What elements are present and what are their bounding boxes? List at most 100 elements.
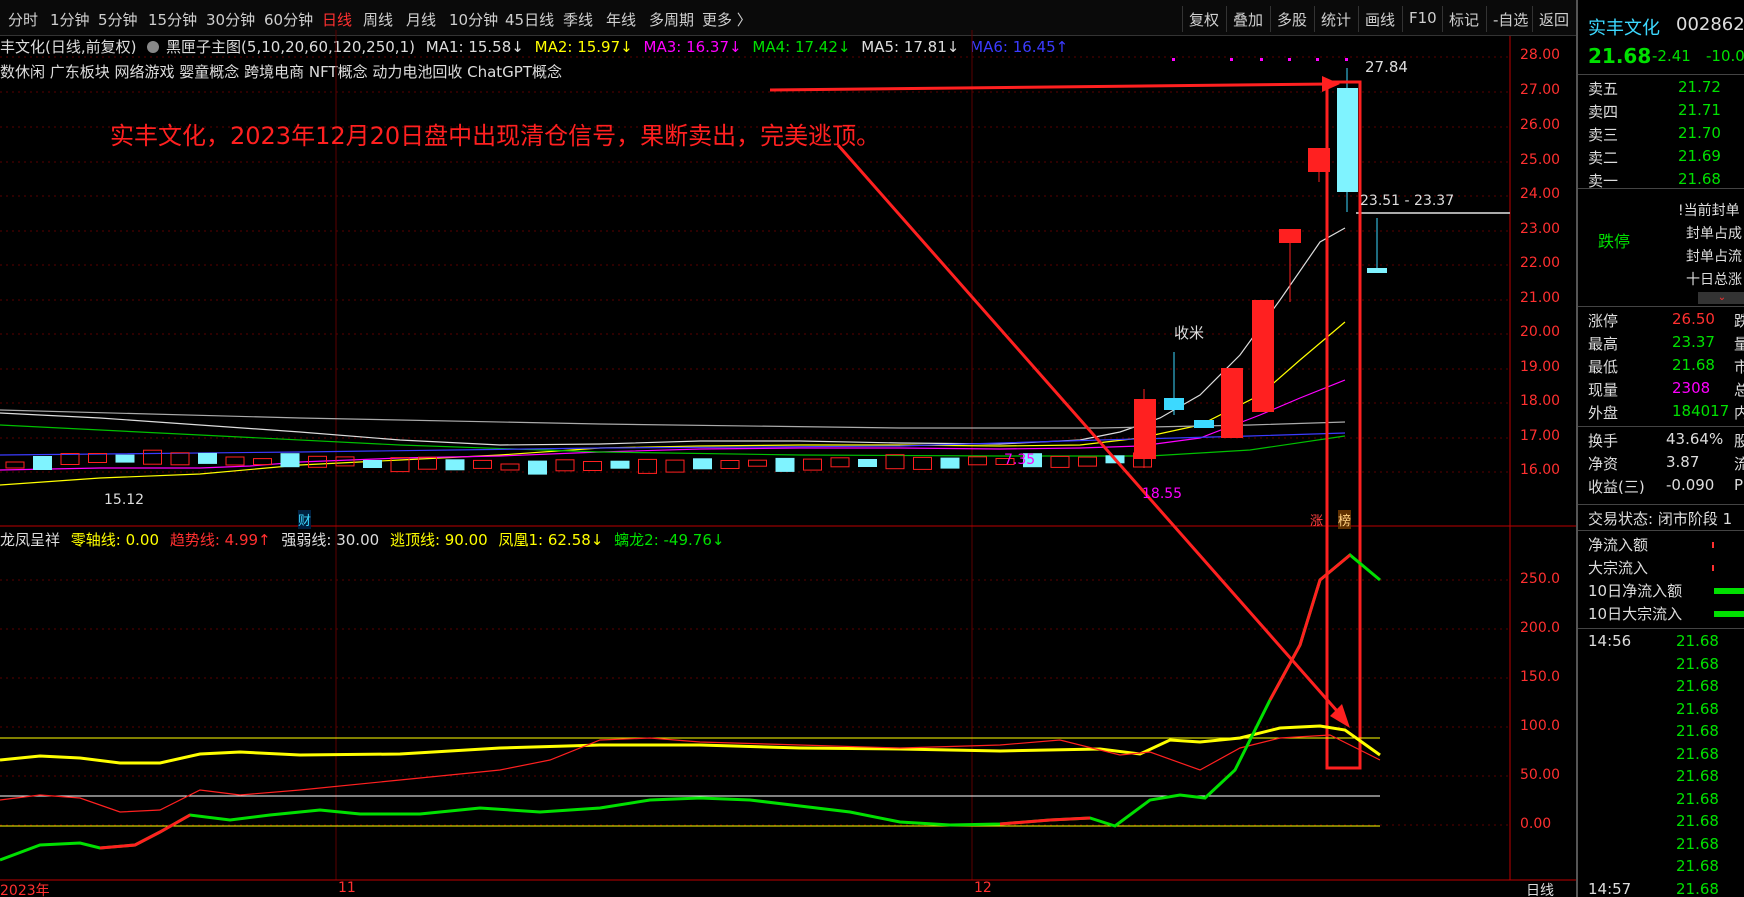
candle-cyan xyxy=(1164,398,1184,410)
tick-price: 21.68 xyxy=(1676,834,1719,853)
tick-price: 21.68 xyxy=(1676,744,1719,763)
stat-v: 43.64% xyxy=(1666,430,1724,448)
stock-code: 002862 xyxy=(1676,14,1744,35)
ask-price[interactable]: 21.70 xyxy=(1678,124,1721,142)
candle xyxy=(1078,456,1097,467)
high-label: 27.84 xyxy=(1365,58,1408,76)
stat-r: 流 xyxy=(1734,455,1744,473)
annotation-arrow xyxy=(836,144,1347,721)
range-label: 23.51 - 23.37 xyxy=(1360,193,1455,209)
dragon-line xyxy=(0,734,1381,813)
ask-price[interactable]: 21.72 xyxy=(1678,78,1721,96)
ask-label: 卖三 xyxy=(1588,126,1619,144)
limit-note: 封单占流 xyxy=(1686,249,1742,265)
candle xyxy=(363,460,382,468)
tick-price: 21.68 xyxy=(1676,857,1719,875)
candle xyxy=(33,456,52,470)
candle xyxy=(5,461,25,469)
tick-price: 21.68 xyxy=(1676,632,1719,650)
candle xyxy=(253,458,272,466)
annotation-arrow xyxy=(769,82,1331,92)
candle xyxy=(1050,455,1070,468)
bang-badge[interactable]: 榜 xyxy=(1338,510,1352,529)
sub-tick: 50.00 xyxy=(1520,767,1561,783)
flow-label: 10日大宗流入 xyxy=(1588,605,1683,623)
candle-red xyxy=(1252,300,1274,412)
tick-price: 21.68 xyxy=(1676,699,1719,718)
candle-red xyxy=(1279,229,1301,243)
mark-label-1: 7.35 xyxy=(1004,452,1036,468)
candle xyxy=(665,459,685,473)
strong-line-value: 强弱线: 30.00 xyxy=(281,531,380,549)
candle-cyan xyxy=(1337,88,1358,192)
ask-price[interactable]: 21.68 xyxy=(1678,170,1721,188)
stat-v: 3.87 xyxy=(1666,453,1700,471)
annotation-text: 实丰文化，2023年12月20日盘中出现清仓信号，果断卖出，完美逃顶。 xyxy=(110,122,881,150)
price-tick: 23.00 xyxy=(1520,221,1561,237)
date-label: 2023年 xyxy=(0,883,50,897)
candle xyxy=(720,460,740,469)
tick-price: 21.68 xyxy=(1676,879,1719,897)
sub-tick: 100.0 xyxy=(1520,718,1561,734)
low-label: 15.12 xyxy=(104,492,145,508)
candle-red xyxy=(1134,399,1156,459)
stat-l: 涨停 xyxy=(1588,312,1619,330)
ask-label: 卖五 xyxy=(1588,80,1619,98)
candle xyxy=(170,452,190,466)
price-tick: 21.00 xyxy=(1520,290,1561,306)
candle xyxy=(638,458,657,474)
expand-chevron-icon[interactable]: ⌄ xyxy=(1698,292,1744,304)
flow-label: 10日净流入额 xyxy=(1588,582,1683,600)
ask-price[interactable]: 21.71 xyxy=(1678,101,1721,119)
stat-l: 最高 xyxy=(1588,335,1619,353)
tick-price: 21.68 xyxy=(1676,789,1719,808)
tick-price: 21.68 xyxy=(1676,677,1719,695)
sub-indicator-line: 龙凤呈祥 零轴线: 0.00 趋势线: 4.99↑ 强弱线: 30.00 逃顶线… xyxy=(0,529,724,550)
cai-badge[interactable]: 财 xyxy=(298,510,312,529)
candle xyxy=(830,457,850,468)
stat-v: 184017 xyxy=(1672,402,1730,420)
stat-r: P xyxy=(1734,476,1744,494)
ask-label: 卖四 xyxy=(1588,103,1619,121)
stat-l: 最低 xyxy=(1588,358,1619,376)
flow-bar xyxy=(1714,611,1744,617)
candle xyxy=(500,463,520,471)
phoenix-line xyxy=(0,724,1381,765)
tick-time: 14:56 xyxy=(1588,632,1632,650)
sub-indicator-name[interactable]: 龙凤呈祥 xyxy=(0,531,60,549)
escape-line-value: 逃顶线: 90.00 xyxy=(389,531,488,549)
stat-v: 21.68 xyxy=(1672,356,1715,374)
stat-r: 内 xyxy=(1734,404,1744,422)
trend-seg xyxy=(99,813,191,850)
stat-l: 现量 xyxy=(1588,381,1619,399)
last-price: 21.68 xyxy=(1588,44,1652,68)
candle xyxy=(775,457,795,472)
candle xyxy=(913,456,932,470)
ask-price[interactable]: 21.69 xyxy=(1678,147,1721,165)
price-tick: 16.00 xyxy=(1520,462,1561,478)
rally-candles xyxy=(1134,68,1387,468)
limit-note: 封单占成 xyxy=(1686,226,1742,242)
candle xyxy=(885,454,905,470)
candle xyxy=(225,456,245,466)
stat-v: 26.50 xyxy=(1672,310,1715,328)
period-label[interactable]: 日线 xyxy=(1526,880,1554,897)
ask-label: 卖二 xyxy=(1588,149,1619,167)
signal-dots xyxy=(1172,58,1348,61)
candle xyxy=(280,453,300,468)
candle xyxy=(968,456,987,466)
flow-label: 净流入额 xyxy=(1588,536,1649,554)
date-label: 11 xyxy=(338,880,356,896)
candle xyxy=(445,459,465,471)
trend-line xyxy=(0,553,1381,862)
date-axis: 2023年 11 12 日线 xyxy=(0,880,1576,897)
limit-note: 十日总涨 xyxy=(1686,272,1742,288)
date-label: 12 xyxy=(974,880,992,896)
candle xyxy=(473,459,492,469)
stat-r: 股 xyxy=(1734,432,1744,450)
stat-l: 净资 xyxy=(1588,455,1619,473)
candle xyxy=(88,453,107,463)
stat-r: 市 xyxy=(1734,358,1744,376)
zhang-badge[interactable]: 涨 xyxy=(1310,510,1323,529)
candle xyxy=(335,456,355,467)
